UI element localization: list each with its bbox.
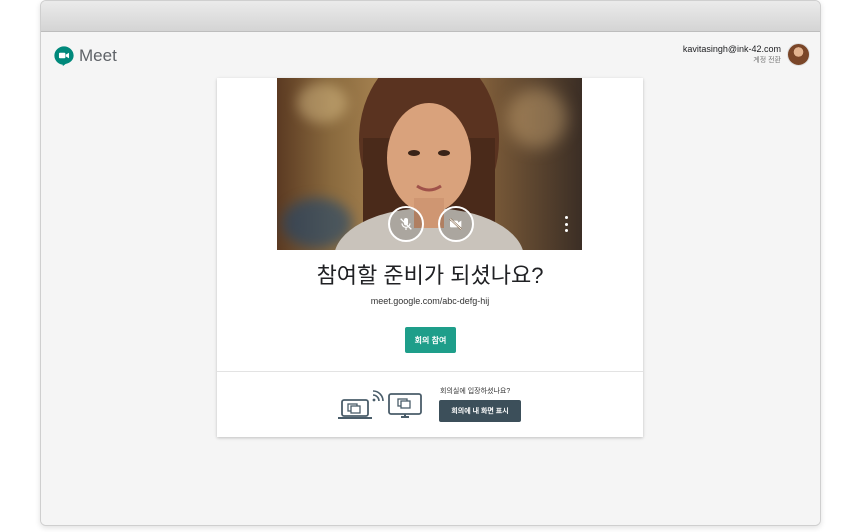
camera-off-icon	[449, 217, 463, 231]
video-preview	[277, 78, 582, 250]
meeting-url: meet.google.com/abc-defg-hij	[370, 296, 490, 306]
cast-devices-icon	[338, 390, 422, 419]
mic-off-icon	[400, 218, 412, 230]
more-vert-icon	[564, 222, 568, 226]
account-text: kavitasingh@ink-42.com 계정 전환	[683, 44, 781, 66]
person-silhouette	[335, 78, 523, 250]
account-area[interactable]: kavitasingh@ink-42.com 계정 전환	[683, 43, 810, 66]
app-name: Meet	[79, 46, 117, 65]
join-card: 참여할 준비가 되셨나요? meet.google.com/abc-defg-h…	[217, 78, 643, 437]
meet-logo[interactable]: Meet	[53, 45, 117, 67]
more-vert-icon	[564, 216, 568, 219]
account-email: kavitasingh@ink-42.com	[682, 43, 781, 54]
avatar[interactable]	[787, 43, 810, 66]
browser-window: Meet kavitasingh@ink-42.com 계정 전환 참여할 준비…	[40, 0, 821, 526]
more-vert-icon	[564, 229, 568, 232]
switch-account-link[interactable]: 계정 전환	[683, 55, 781, 66]
more-options-button[interactable]	[562, 216, 570, 232]
camera-toggle-button[interactable]	[438, 206, 474, 242]
present-screen-button[interactable]: 회의에 내 화면 표시	[439, 400, 521, 422]
present-question: 회의실에 입장하셨나요?	[440, 388, 511, 395]
meet-page: Meet kavitasingh@ink-42.com 계정 전환 참여할 준비…	[41, 32, 820, 525]
window-title-bar	[41, 1, 820, 32]
mic-toggle-button[interactable]	[388, 206, 424, 242]
meet-logo-icon	[54, 46, 74, 67]
page-title: 참여할 준비가 되셨나요?	[316, 263, 544, 288]
divider	[217, 371, 643, 372]
join-meeting-button[interactable]: 회의 참여	[405, 327, 456, 353]
